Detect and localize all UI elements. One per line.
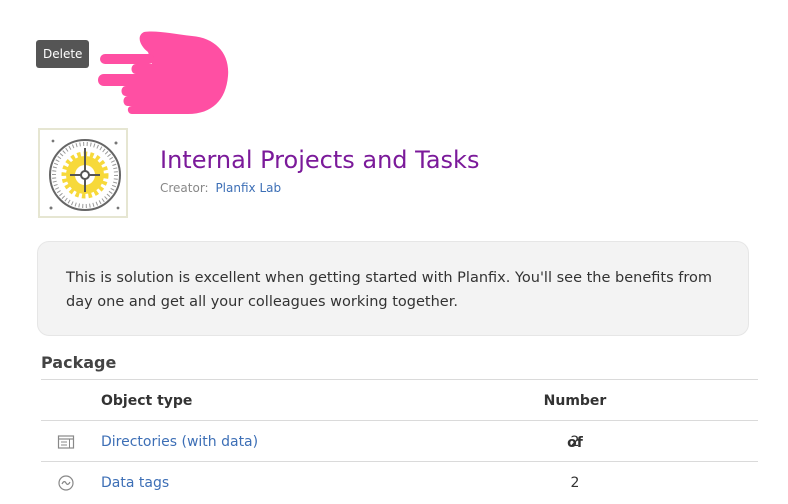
column-header-object-type: Object type xyxy=(101,393,193,409)
package-heading: Package xyxy=(41,353,117,372)
solution-title: Internal Projects and Tasks xyxy=(160,146,480,174)
delete-tooltip: Delete xyxy=(36,40,90,68)
package-table: Object type Number of Directories (with … xyxy=(41,379,758,502)
directory-count: 2 xyxy=(570,434,580,450)
creator-label: Creator: xyxy=(160,181,209,195)
pointing-hand-icon xyxy=(98,31,229,115)
data-tag-icon xyxy=(58,475,74,491)
creator-line: Creator: Planfix Lab xyxy=(160,181,281,195)
table-header-row: Object type Number of xyxy=(41,379,758,451)
directory-icon xyxy=(57,435,75,449)
solution-logo xyxy=(38,128,128,218)
description-box: This is solution is excellent when getti… xyxy=(37,241,749,336)
creator-link[interactable]: Planfix Lab xyxy=(215,181,281,195)
data-tags-link[interactable]: Data tags xyxy=(101,462,169,504)
description-text: This is solution is excellent when getti… xyxy=(66,270,712,310)
data-tags-count: 2 xyxy=(570,475,580,491)
table-row: Data tags 2 xyxy=(41,461,758,502)
clock-gear-icon xyxy=(49,139,121,211)
table-row: Directories (with data) 2 xyxy=(41,420,758,461)
directory-link[interactable]: Directories (with data) xyxy=(101,421,258,463)
